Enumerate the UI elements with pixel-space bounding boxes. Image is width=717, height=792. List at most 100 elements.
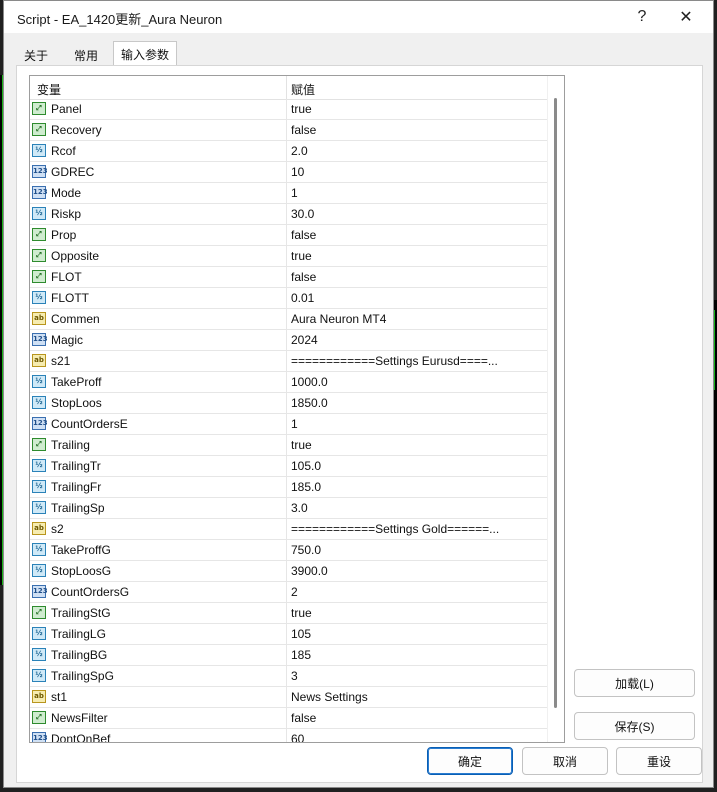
parameter-value[interactable]: 2.0	[291, 144, 543, 158]
parameter-row[interactable]: ½ FLOTT 0.01	[30, 288, 548, 309]
header-value[interactable]: 赋值	[291, 81, 315, 98]
double-type-icon: ½	[32, 480, 46, 493]
parameter-row[interactable]: 123 CountOrdersE 1	[30, 414, 548, 435]
integer-type-icon: 123	[32, 186, 48, 199]
parameter-row[interactable]: ⤢ Prop false	[30, 225, 548, 246]
parameter-value[interactable]: 750.0	[291, 543, 543, 557]
parameter-row[interactable]: ½ StopLoos 1850.0	[30, 393, 548, 414]
double-type-icon: ½	[32, 396, 46, 409]
grid-header: 变量 赋值	[30, 76, 548, 100]
parameter-row[interactable]: ½ TakeProffG 750.0	[30, 540, 548, 561]
column-divider	[286, 309, 287, 330]
parameter-value[interactable]: 1	[291, 186, 543, 200]
parameter-row[interactable]: ½ TrailingSpG 3	[30, 666, 548, 687]
load-button[interactable]: 加载(L)	[574, 669, 695, 697]
parameter-row[interactable]: 123 CountOrdersG 2	[30, 582, 548, 603]
parameter-value[interactable]: false	[291, 270, 543, 284]
ok-button[interactable]: 确定	[427, 747, 513, 775]
parameter-row[interactable]: ⤢ Recovery false	[30, 120, 548, 141]
parameter-row[interactable]: 123 DontOnBef 60	[30, 729, 548, 742]
parameter-value[interactable]: 2024	[291, 333, 543, 347]
parameter-value[interactable]: 105	[291, 627, 543, 641]
parameter-row[interactable]: ⤢ NewsFilter false	[30, 708, 548, 729]
parameter-value[interactable]: true	[291, 249, 543, 263]
parameter-row[interactable]: ab st1 News Settings	[30, 687, 548, 708]
parameter-name: Riskp	[51, 207, 82, 221]
parameter-value[interactable]: 10	[291, 165, 543, 179]
parameter-row[interactable]: ab s21 ============Settings Eurusd====...	[30, 351, 548, 372]
parameter-row[interactable]: 123 Magic 2024	[30, 330, 548, 351]
close-button[interactable]: ✕	[668, 5, 704, 29]
column-divider	[286, 204, 287, 225]
parameter-name: StopLoosG	[51, 564, 112, 578]
parameter-value[interactable]: 1000.0	[291, 375, 543, 389]
tab-inputs[interactable]: 输入参数	[113, 41, 177, 66]
reset-button[interactable]: 重设	[616, 747, 702, 775]
grid-rows: ⤢ Panel true ⤢ Recovery false ½ Rcof 2.0 123 GDREC…	[30, 99, 548, 742]
tab-common[interactable]: 常用	[64, 44, 108, 66]
parameter-value[interactable]: 1	[291, 417, 543, 431]
parameter-value[interactable]: 185	[291, 648, 543, 662]
parameter-row[interactable]: ½ Riskp 30.0	[30, 204, 548, 225]
parameter-name: st1	[51, 690, 68, 704]
parameter-value[interactable]: News Settings	[291, 690, 543, 704]
parameter-value[interactable]: 1850.0	[291, 396, 543, 410]
parameter-value[interactable]: 3900.0	[291, 564, 543, 578]
cancel-button[interactable]: 取消	[522, 747, 608, 775]
parameter-value[interactable]: 30.0	[291, 207, 543, 221]
parameter-row[interactable]: ½ TrailingFr 185.0	[30, 477, 548, 498]
tab-about[interactable]: 关于	[16, 44, 56, 66]
parameter-value[interactable]: ============Settings Gold======...	[291, 522, 543, 536]
scrollbar-thumb[interactable]	[554, 98, 557, 708]
parameter-value[interactable]: ============Settings Eurusd====...	[291, 354, 543, 368]
parameter-name: StopLoos	[51, 396, 102, 410]
integer-type-icon: 123	[32, 333, 48, 346]
parameter-value[interactable]: false	[291, 123, 543, 137]
parameter-row[interactable]: ½ StopLoosG 3900.0	[30, 561, 548, 582]
parameter-value[interactable]: false	[291, 228, 543, 242]
parameter-name: Opposite	[51, 249, 100, 263]
double-type-icon: ½	[32, 564, 46, 577]
parameter-value[interactable]: true	[291, 102, 543, 116]
boolean-type-icon: ⤢	[32, 270, 46, 283]
header-divider	[286, 76, 287, 99]
string-type-icon: ab	[32, 354, 46, 367]
parameter-value[interactable]: 3.0	[291, 501, 543, 515]
parameter-value[interactable]: 3	[291, 669, 543, 683]
parameter-row[interactable]: ½ TrailingTr 105.0	[30, 456, 548, 477]
parameter-value[interactable]: 2	[291, 585, 543, 599]
parameter-name: GDREC	[51, 165, 95, 179]
parameter-value[interactable]: true	[291, 606, 543, 620]
parameter-row[interactable]: ⤢ Trailing true	[30, 435, 548, 456]
vertical-scrollbar[interactable]	[547, 76, 564, 742]
parameter-name: Commen	[51, 312, 100, 326]
parameter-row[interactable]: ½ TrailingLG 105	[30, 624, 548, 645]
double-type-icon: ½	[32, 144, 46, 157]
parameter-value[interactable]: true	[291, 438, 543, 452]
parameter-value[interactable]: 0.01	[291, 291, 543, 305]
parameter-value[interactable]: 105.0	[291, 459, 543, 473]
parameter-name: Trailing	[51, 438, 90, 452]
parameter-row[interactable]: ⤢ TrailingStG true	[30, 603, 548, 624]
parameter-row[interactable]: ½ TrailingBG 185	[30, 645, 548, 666]
parameter-row[interactable]: ½ Rcof 2.0	[30, 141, 548, 162]
double-type-icon: ½	[32, 543, 46, 556]
save-button[interactable]: 保存(S)	[574, 712, 695, 740]
parameter-value[interactable]: 185.0	[291, 480, 543, 494]
boolean-type-icon: ⤢	[32, 711, 46, 724]
parameter-row[interactable]: ⤢ Panel true	[30, 99, 548, 120]
parameter-row[interactable]: ½ TrailingSp 3.0	[30, 498, 548, 519]
parameter-row[interactable]: ⤢ Opposite true	[30, 246, 548, 267]
parameter-name: TrailingSpG	[51, 669, 114, 683]
parameter-value[interactable]: false	[291, 711, 543, 725]
parameter-value[interactable]: Aura Neuron MT4	[291, 312, 543, 326]
help-button[interactable]: ?	[624, 5, 660, 29]
parameter-value[interactable]: 60	[291, 732, 543, 742]
parameter-row[interactable]: ⤢ FLOT false	[30, 267, 548, 288]
parameter-row[interactable]: 123 GDREC 10	[30, 162, 548, 183]
parameter-row[interactable]: ab s2 ============Settings Gold======...	[30, 519, 548, 540]
parameter-row[interactable]: ½ TakeProff 1000.0	[30, 372, 548, 393]
header-variable[interactable]: 变量	[37, 81, 61, 98]
parameter-row[interactable]: ab Commen Aura Neuron MT4	[30, 309, 548, 330]
parameter-row[interactable]: 123 Mode 1	[30, 183, 548, 204]
